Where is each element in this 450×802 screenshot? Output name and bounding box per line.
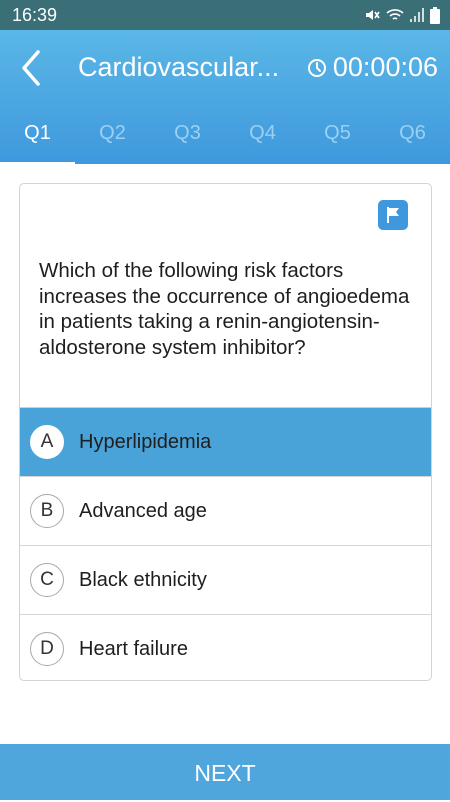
mute-icon — [366, 10, 380, 20]
option-b[interactable]: B Advanced age — [20, 477, 431, 546]
question-card: Which of the following risk factors incr… — [19, 183, 432, 681]
question-text: Which of the following risk factors incr… — [39, 259, 410, 359]
option-label: Black ethnicity — [79, 568, 207, 591]
option-letter: C — [30, 563, 64, 597]
back-arrow-icon — [22, 50, 40, 86]
option-a[interactable]: A Hyperlipidemia — [20, 408, 431, 477]
tab-q3[interactable]: Q3 — [150, 116, 225, 164]
option-letter: D — [30, 632, 64, 666]
wifi-icon — [386, 9, 404, 20]
back-button[interactable] — [16, 48, 50, 88]
timer-value: 00:00:06 — [332, 52, 438, 82]
tab-q2[interactable]: Q2 — [75, 116, 150, 164]
tab-q5[interactable]: Q5 — [300, 116, 375, 164]
tab-q6[interactable]: Q6 — [375, 116, 450, 164]
option-label: Advanced age — [79, 499, 207, 522]
status-icons — [364, 6, 440, 24]
flag-button[interactable] — [378, 200, 408, 230]
next-button[interactable]: NEXT — [0, 744, 450, 800]
option-letter: B — [30, 494, 64, 528]
signal-icon — [410, 8, 424, 22]
tab-q1[interactable]: Q1 — [0, 116, 75, 166]
page-title: Cardiovascular... — [78, 52, 280, 82]
option-label: Hyperlipidemia — [79, 430, 212, 453]
option-letter: A — [30, 425, 64, 459]
flag-icon — [387, 207, 399, 223]
option-d[interactable]: D Heart failure — [20, 615, 431, 680]
timer: 00:00:06 — [307, 52, 438, 83]
option-label: Heart failure — [79, 637, 188, 660]
battery-icon — [430, 6, 440, 24]
answer-options: A Hyperlipidemia B Advanced age C Black … — [20, 407, 431, 680]
question-tabs: Q1 Q2 Q3 Q4 Q5 Q6 — [0, 116, 450, 166]
status-bar: 16:39 — [0, 0, 450, 30]
tab-q4[interactable]: Q4 — [225, 116, 300, 164]
header: Cardiovascular... 00:00:06 Q1 Q2 Q3 Q4 Q… — [0, 30, 450, 166]
option-c[interactable]: C Black ethnicity — [20, 546, 431, 615]
clock-icon — [307, 58, 326, 77]
status-time: 16:39 — [12, 5, 58, 25]
